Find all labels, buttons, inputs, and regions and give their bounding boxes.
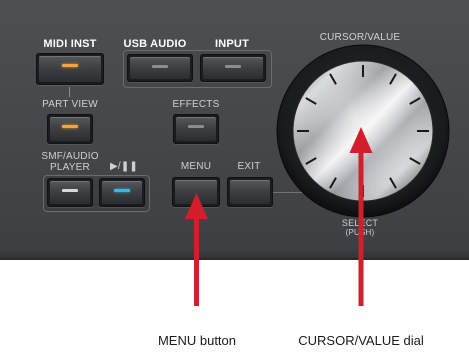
dial-caption: CURSOR/VALUE dial: [298, 333, 424, 348]
screenshot: MIDI INST USB AUDIO INPUT CURSOR/VALUE P…: [0, 0, 469, 358]
cursor-value-dial[interactable]: [0, 0, 469, 358]
menu-button-caption: MENU button: [157, 333, 237, 348]
dial-sheen: [293, 61, 433, 201]
